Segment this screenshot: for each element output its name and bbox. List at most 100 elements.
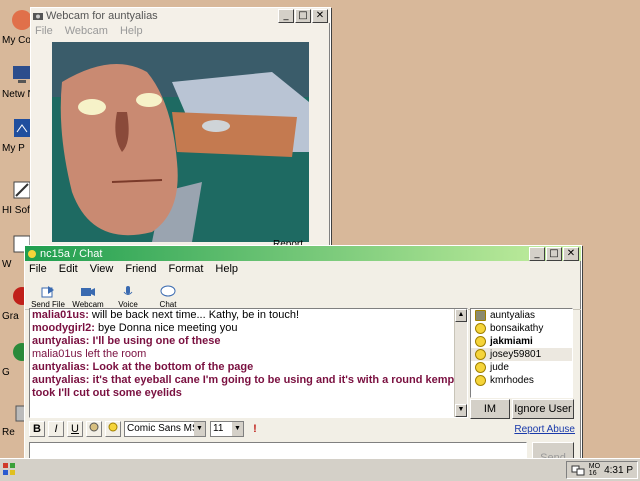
- chat-window-icon: [28, 249, 36, 258]
- send-file-icon: [41, 286, 54, 298]
- format-toolbar: B I U Comic Sans MS ▼ 11 ▼ !: [29, 420, 574, 438]
- message-sender: auntyalias:: [32, 361, 90, 373]
- maximize-button[interactable]: □: [546, 246, 562, 261]
- room-user-name: auntyalias: [490, 310, 536, 321]
- conversation-scrollbar[interactable]: ▲ ▼: [454, 309, 467, 417]
- menu-webcam[interactable]: Webcam: [65, 25, 108, 37]
- chat-menubar: File Edit View Friend Format Help: [25, 261, 581, 277]
- close-button[interactable]: ✕: [312, 8, 328, 23]
- window-title: Webcam for auntyalias: [46, 9, 158, 22]
- network-icon[interactable]: [571, 464, 585, 476]
- room-user-name: kmrhodes: [490, 375, 534, 386]
- room-user[interactable]: bonsaikathy: [471, 322, 572, 335]
- system-message: malia01us left the room: [30, 348, 467, 361]
- taskbar: MO 16 4:31 P: [0, 458, 640, 481]
- chat-button[interactable]: Chat: [149, 284, 187, 309]
- minimize-button[interactable]: _: [278, 8, 294, 23]
- send-file-button[interactable]: Send File: [29, 284, 67, 309]
- webcam-button[interactable]: Webcam: [69, 284, 107, 309]
- font-select[interactable]: Comic Sans MS ▼: [124, 421, 206, 437]
- menu-friend[interactable]: Friend: [125, 263, 156, 275]
- message-text: it's that eyeball cane I'm going to be u…: [89, 374, 465, 386]
- menu-view[interactable]: View: [90, 263, 114, 275]
- underline-button[interactable]: U: [67, 421, 83, 437]
- room-user[interactable]: auntyalias: [471, 309, 572, 322]
- webcam-menubar: File Webcam Help: [31, 23, 330, 39]
- font-select-value: Comic Sans MS: [127, 423, 199, 434]
- emoticon-button[interactable]: [105, 421, 121, 437]
- clock[interactable]: 4:31 P: [604, 465, 633, 476]
- windows-logo-icon: [3, 463, 15, 475]
- chat-titlebar[interactable]: nc15a / Chat _ □ ✕: [25, 246, 581, 261]
- chat-message: took I'll cut out some eyelids: [30, 387, 467, 400]
- tray-date: 16: [588, 470, 597, 477]
- menu-file[interactable]: File: [29, 263, 47, 275]
- date-indicator[interactable]: MO 16: [589, 463, 600, 477]
- minimize-button[interactable]: _: [529, 246, 545, 261]
- system-tray: MO 16 4:31 P: [565, 461, 638, 479]
- bold-button[interactable]: B: [29, 421, 45, 437]
- webcam-icon: [33, 12, 43, 20]
- chat-message: auntyalias: I'll be using one of these: [30, 335, 467, 348]
- maximize-button[interactable]: □: [295, 8, 311, 23]
- room-user-name: jakmiami: [490, 336, 533, 347]
- webcam-titlebar[interactable]: Webcam for auntyalias _ □ ✕: [31, 8, 330, 23]
- room-user[interactable]: jude: [471, 361, 572, 374]
- message-text: I'll be using one of these: [89, 335, 221, 347]
- message-text: took I'll cut out some eyelids: [32, 387, 182, 399]
- menu-help[interactable]: Help: [120, 25, 143, 37]
- room-user-list[interactable]: auntyalias bonsaikathy jakmiami josey598…: [470, 308, 573, 398]
- menu-help[interactable]: Help: [215, 263, 238, 275]
- font-size-value: 11: [213, 423, 224, 434]
- chat-message: auntyalias: Look at the bottom of the pa…: [30, 361, 467, 374]
- text-color-button[interactable]: [86, 421, 102, 437]
- message-sender: malia01us:: [32, 309, 89, 321]
- smiley-icon: [108, 422, 118, 432]
- ignore-user-button[interactable]: Ignore User: [512, 399, 574, 419]
- webcam-icon: [475, 310, 486, 321]
- message-sender: moodygirl2:: [32, 322, 95, 334]
- chat-message: moodygirl2: bye Donna nice meeting you: [30, 322, 467, 335]
- room-user-name: josey59801: [490, 349, 542, 360]
- smiley-icon: [475, 375, 486, 386]
- tray-day: MO: [588, 463, 601, 470]
- scroll-down-arrow[interactable]: ▼: [455, 404, 467, 417]
- report-abuse-link[interactable]: Report Abuse: [514, 424, 575, 435]
- room-user-name: bonsaikathy: [490, 323, 544, 334]
- menu-format[interactable]: Format: [169, 263, 204, 275]
- conversation-pane[interactable]: malia01us: will be back next time... Kat…: [29, 308, 468, 418]
- room-user-name: jude: [490, 362, 509, 373]
- start-button[interactable]: [2, 462, 16, 476]
- palette-icon: [89, 422, 99, 432]
- message-text: bye Donna nice meeting you: [94, 322, 238, 334]
- window-title: nc15a / Chat: [40, 247, 103, 260]
- webcam-window: Webcam for auntyalias _ □ ✕ File Webcam …: [30, 7, 331, 261]
- message-sender: auntyalias:: [32, 335, 90, 347]
- webcam-video: [52, 42, 309, 242]
- smiley-icon: [475, 349, 486, 360]
- message-sender: auntyalias:: [32, 374, 90, 386]
- microphone-icon: [123, 286, 133, 295]
- room-user[interactable]: jakmiami: [471, 335, 572, 348]
- chat-window: nc15a / Chat _ □ ✕ File Edit View Friend…: [24, 245, 582, 479]
- chat-bubble-icon: [160, 285, 176, 297]
- voice-button[interactable]: Voice: [109, 284, 147, 309]
- room-user[interactable]: josey59801: [471, 348, 572, 361]
- font-size-select[interactable]: 11 ▼: [210, 421, 244, 437]
- menu-edit[interactable]: Edit: [59, 263, 78, 275]
- alert-icon[interactable]: !: [248, 423, 262, 435]
- italic-button[interactable]: I: [48, 421, 64, 437]
- room-user[interactable]: kmrhodes: [471, 374, 572, 387]
- chat-message: malia01us: will be back next time... Kat…: [30, 309, 467, 322]
- chevron-down-icon: ▼: [232, 422, 243, 436]
- menu-file[interactable]: File: [35, 25, 53, 37]
- message-text: will be back next time... Kathy, be in t…: [88, 309, 299, 321]
- scroll-up-arrow[interactable]: ▲: [455, 309, 467, 322]
- close-button[interactable]: ✕: [563, 246, 579, 261]
- chat-message: auntyalias: it's that eyeball cane I'm g…: [30, 374, 467, 387]
- im-button[interactable]: IM: [470, 399, 510, 419]
- smiley-icon: [475, 323, 486, 334]
- chat-toolbar: Send File Webcam Voice Chat: [25, 277, 581, 310]
- message-text: malia01us left the room: [32, 348, 147, 360]
- smiley-icon: [475, 336, 486, 347]
